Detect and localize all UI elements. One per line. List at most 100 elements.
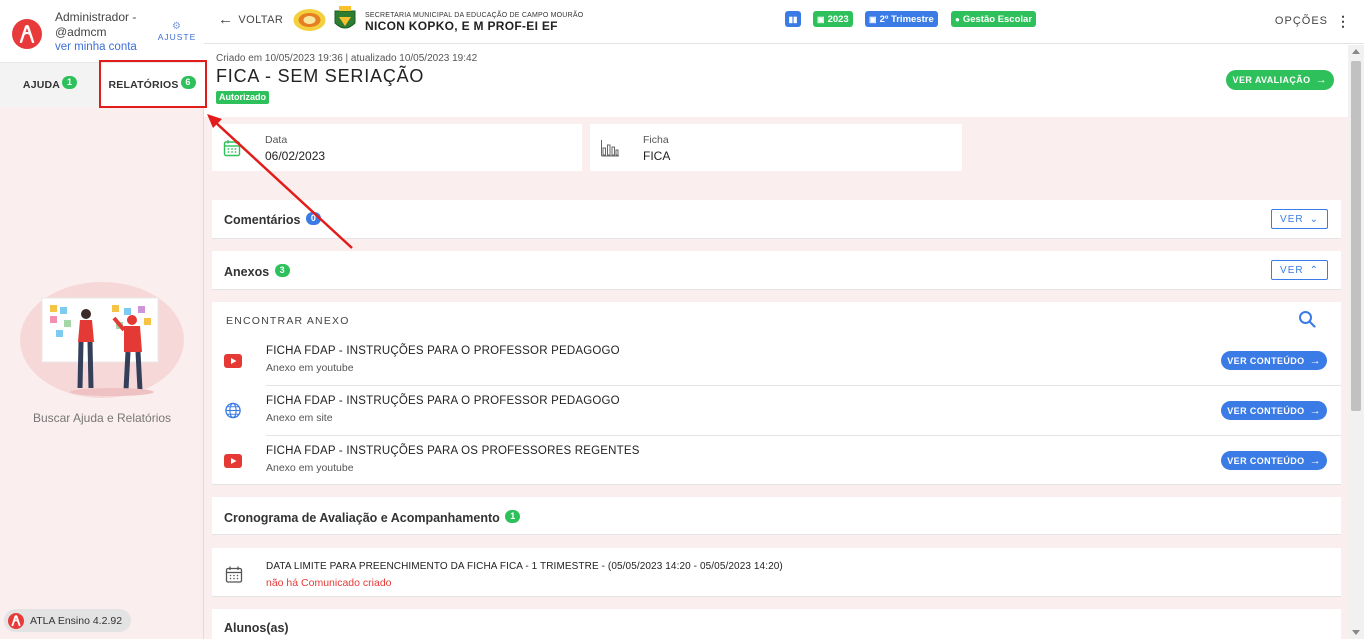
youtube-icon — [224, 454, 242, 468]
municipality-crest — [334, 6, 356, 29]
comments-title-text: Comentários — [224, 213, 301, 227]
info-card-value: FICA — [643, 149, 671, 163]
module-badge-label: Gestão Escolar — [962, 13, 1033, 25]
list-item: FICHA FDAP - INSTRUÇÕES PARA OS PROFESSO… — [212, 436, 1341, 486]
app-logo[interactable] — [12, 19, 42, 49]
bar-chart-icon — [601, 140, 619, 157]
attachments-section: Anexos 3 VER ⌃ — [212, 251, 1341, 290]
tab-relatorios[interactable]: RELATÓRIOS 6 — [100, 63, 204, 107]
more-vertical-icon: ⋮ — [1336, 13, 1351, 29]
options-menu-button[interactable]: OPÇÕES ⋮ — [1274, 13, 1351, 29]
record-meta: Criado em 10/05/2023 19:36 | atualizado … — [216, 53, 478, 64]
top-bar: ← VOLTAR SECRETARIA MUNICIPAL DA EDUCAÇÃ… — [204, 0, 1364, 44]
calendar-icon: ▣ — [817, 14, 825, 24]
settings-label: AJUSTE — [157, 32, 197, 42]
schedule-item-title: DATA LIMITE PARA PREENCHIMENTO DA FICHA … — [266, 561, 783, 572]
page-scrollbar[interactable] — [1348, 45, 1364, 639]
user-box: Administrador - @admcm ver minha conta ⚙… — [0, 0, 204, 63]
period-badge-label: 2º Trimestre — [879, 13, 934, 25]
back-button[interactable]: ← VOLTAR — [218, 11, 284, 28]
attachment-title: FICHA FDAP - INSTRUÇÕES PARA OS PROFESSO… — [266, 445, 640, 457]
sidebar-tabs: AJUDA 1 RELATÓRIOS 6 — [0, 63, 204, 107]
attachments-title: Anexos 3 — [224, 264, 290, 280]
view-content-label: VER CONTEÚDO — [1227, 405, 1305, 416]
gear-icon: ⚙ — [172, 21, 182, 32]
comments-toggle-label: VER — [1280, 213, 1304, 225]
dashboard-badge[interactable]: ▮▮ — [785, 11, 801, 27]
schedule-title-text: Cronograma de Avaliação e Acompanhamento — [224, 511, 500, 525]
attachments-toggle-button[interactable]: VER ⌃ — [1271, 260, 1328, 280]
schedule-item-status: não há Comunicado criado — [266, 577, 392, 589]
scroll-down-icon[interactable] — [1352, 630, 1360, 635]
info-card-form: Ficha FICA — [590, 124, 962, 171]
schedule-title: Cronograma de Avaliação e Acompanhamento… — [224, 510, 521, 526]
secretaria-name: SECRETARIA MUNICIPAL DA EDUCAÇÃO DE CAMP… — [365, 12, 584, 19]
info-card-label: Ficha — [643, 134, 669, 146]
list-item: FICHA FDAP - INSTRUÇÕES PARA O PROFESSOR… — [212, 386, 1341, 436]
comments-count: 0 — [305, 212, 321, 225]
attachments-toggle-label: VER — [1280, 264, 1304, 276]
arrow-right-icon: → — [1315, 74, 1327, 86]
search-icon[interactable] — [1298, 310, 1316, 328]
list-item[interactable]: DATA LIMITE PARA PREENCHIMENTO DA FICHA … — [212, 548, 1341, 597]
settings-button[interactable]: ⚙ AJUSTE — [157, 21, 197, 43]
view-evaluation-button[interactable]: VER AVALIAÇÃO → — [1225, 70, 1334, 90]
chart-icon: ▮▮ — [788, 14, 798, 24]
module-badge[interactable]: ● Gestão Escolar — [951, 11, 1037, 27]
youtube-icon — [224, 354, 242, 368]
chevron-down-icon: ⌄ — [1309, 213, 1319, 225]
calendar-icon: ▣ — [869, 14, 877, 24]
comments-toggle-button[interactable]: VER ⌄ — [1271, 209, 1328, 229]
attachments-count: 3 — [274, 264, 290, 277]
students-section: Alunos(as) — [212, 609, 1341, 639]
scrollbar-thumb[interactable] — [1351, 61, 1361, 411]
chevron-up-icon: ⌃ — [1309, 264, 1319, 276]
info-card-date: Data 06/02/2023 — [212, 124, 582, 171]
tab-relatorios-count: 6 — [180, 75, 196, 89]
calendar-icon — [223, 140, 241, 157]
comments-title: Comentários 0 — [224, 212, 321, 228]
version-text: ATLA Ensino 4.2.92 — [30, 614, 123, 627]
back-label: VOLTAR — [238, 14, 284, 26]
info-card-label: Data — [265, 134, 288, 146]
view-content-label: VER CONTEÚDO — [1227, 455, 1305, 466]
view-content-button[interactable]: VER CONTEÚDO → — [1221, 451, 1327, 470]
tab-relatorios-label: RELATÓRIOS — [108, 79, 179, 91]
period-badge[interactable]: ▣ 2º Trimestre — [865, 11, 938, 27]
tab-ajuda[interactable]: AJUDA 1 — [0, 63, 100, 107]
user-name: Administrador - — [55, 10, 137, 24]
schedule-section: Cronograma de Avaliação e Acompanhamento… — [212, 497, 1341, 535]
school-name: NICON KOPKO, E M PROF-EI EF — [365, 19, 558, 33]
attachment-title: FICHA FDAP - INSTRUÇÕES PARA O PROFESSOR… — [266, 395, 620, 407]
year-badge[interactable]: ▣ 2023 — [813, 11, 853, 27]
attachment-subtitle: Anexo em youtube — [266, 362, 354, 374]
record-header: Criado em 10/05/2023 19:36 | atualizado … — [204, 45, 1348, 117]
schedule-count: 1 — [505, 510, 521, 523]
account-link[interactable]: ver minha conta — [55, 41, 137, 53]
view-content-label: VER CONTEÚDO — [1227, 355, 1305, 366]
status-badge: Autorizado — [216, 91, 269, 104]
year-badge-label: 2023 — [827, 13, 849, 25]
user-handle: @admcm — [55, 25, 107, 39]
attachment-subtitle: Anexo em site — [266, 412, 333, 424]
attachments-list: ENCONTRAR ANEXO FICHA FDAP - INSTRUÇÕES … — [212, 302, 1341, 485]
globe-icon — [225, 402, 241, 419]
view-content-button[interactable]: VER CONTEÚDO → — [1221, 351, 1327, 370]
options-label: OPÇÕES — [1274, 15, 1328, 27]
students-title: Alunos(as) — [224, 621, 289, 635]
page-title: FICA - SEM SERIAÇÃO — [216, 66, 425, 86]
list-item: FICHA FDAP - INSTRUÇÕES PARA O PROFESSOR… — [212, 336, 1341, 386]
atla-logo-icon — [19, 25, 35, 43]
view-evaluation-label: VER AVALIAÇÃO — [1232, 75, 1311, 85]
info-card-value: 06/02/2023 — [265, 149, 326, 163]
view-content-button[interactable]: VER CONTEÚDO → — [1221, 401, 1327, 420]
secretaria-emblem — [293, 9, 326, 31]
arrow-right-icon: → — [1309, 454, 1321, 467]
attachments-title-text: Anexos — [224, 265, 270, 279]
find-attachment-label: ENCONTRAR ANEXO — [226, 315, 350, 327]
scroll-up-icon[interactable] — [1352, 49, 1360, 54]
atla-logo-icon — [8, 612, 24, 629]
arrow-left-icon: ← — [218, 11, 234, 28]
sidebar: Administrador - @admcm ver minha conta ⚙… — [0, 0, 204, 639]
tab-ajuda-label: AJUDA — [22, 79, 61, 91]
